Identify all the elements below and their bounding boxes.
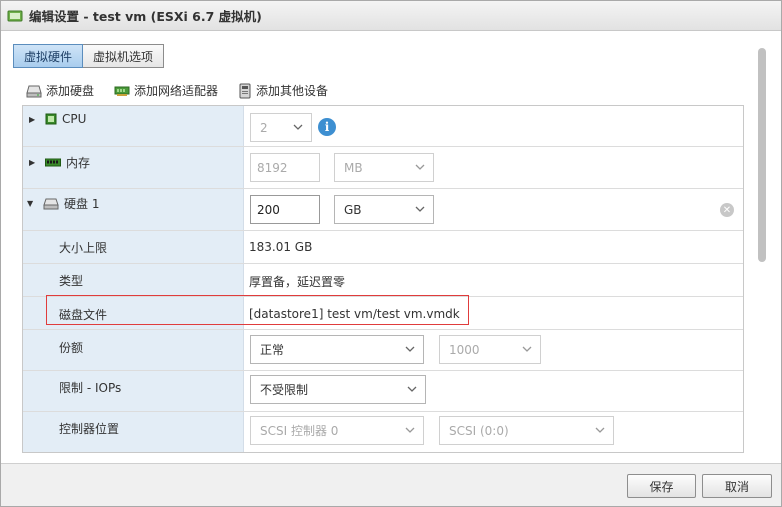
add-network-adapter-button[interactable]: 添加网络适配器 <box>114 82 218 99</box>
vm-icon <box>7 8 23 24</box>
expand-arrow-icon[interactable]: ▶ <box>29 115 39 124</box>
memory-icon <box>45 158 61 168</box>
device-icon <box>238 83 252 99</box>
memory-size-input[interactable]: 8192 <box>250 153 320 182</box>
add-other-label: 添加其他设备 <box>256 84 329 98</box>
scrollbar-thumb[interactable] <box>758 48 766 262</box>
chevron-down-icon <box>405 427 415 433</box>
cpu-label[interactable]: ▶ CPU <box>29 112 86 126</box>
hard-disk-icon <box>26 84 42 98</box>
table-row-shares: 份额 正常 1000 <box>23 330 743 371</box>
remove-disk-icon[interactable]: ✕ <box>720 203 734 217</box>
chevron-down-icon <box>595 427 605 433</box>
limit-iops-select[interactable]: 不受限制 <box>250 375 426 404</box>
hard-disk-icon <box>43 198 59 210</box>
disk-unit-select[interactable]: GB <box>334 195 434 224</box>
vertical-scrollbar[interactable] <box>756 44 770 454</box>
table-row-hard-disk: ▼ 硬盘 1 200 GB ✕ <box>23 189 743 231</box>
add-network-label: 添加网络适配器 <box>134 84 219 98</box>
controller-select[interactable]: SCSI 控制器 0 <box>250 416 424 445</box>
hardware-table: ▶ CPU 2 i ▶ 内存 8192 MB ▼ 硬盘 1 200 GB ✕ 大… <box>22 105 744 453</box>
table-row-disk-file: 磁盘文件 [datastore1] test vm/test vm.vmdk <box>23 297 743 330</box>
chevron-down-icon <box>522 346 532 352</box>
dialog-footer: 保存 取消 <box>1 463 781 506</box>
hard-disk-label[interactable]: ▼ 硬盘 1 <box>27 195 99 212</box>
cpu-icon <box>45 113 57 125</box>
controller-slot-select[interactable]: SCSI (0:0) <box>439 416 614 445</box>
edit-settings-dialog: 编辑设置 - test vm (ESXi 6.7 虚拟机) 虚拟硬件 虚拟机选项… <box>0 0 782 507</box>
disk-size-input[interactable]: 200 <box>250 195 320 224</box>
table-row-controller-location: 控制器位置 SCSI 控制器 0 SCSI (0:0) <box>23 412 743 452</box>
hardware-toolbar: 添加硬盘 添加网络适配器 添加其他设备 <box>26 82 348 99</box>
table-row-limit-iops: 限制 - IOPs 不受限制 <box>23 371 743 412</box>
cancel-button[interactable]: 取消 <box>702 474 772 498</box>
add-disk-label: 添加硬盘 <box>46 84 95 98</box>
table-row-memory: ▶ 内存 8192 MB <box>23 147 743 189</box>
title-bar[interactable]: 编辑设置 - test vm (ESXi 6.7 虚拟机) <box>1 1 781 31</box>
disk-type-label: 类型 <box>59 274 84 288</box>
cpu-count-select[interactable]: 2 <box>250 113 312 142</box>
add-other-device-button[interactable]: 添加其他设备 <box>238 82 328 99</box>
shares-value-select[interactable]: 1000 <box>439 335 541 364</box>
save-button[interactable]: 保存 <box>627 474 696 498</box>
disk-file-value: [datastore1] test vm/test vm.vmdk <box>249 307 460 321</box>
table-row-disk-type: 类型 厚置备，延迟置零 <box>23 264 743 297</box>
shares-select[interactable]: 正常 <box>250 335 424 364</box>
max-size-label: 大小上限 <box>59 241 108 255</box>
chevron-down-icon <box>407 386 417 392</box>
memory-unit-select[interactable]: MB <box>334 153 434 182</box>
tab-virtual-hardware[interactable]: 虚拟硬件 <box>13 44 84 68</box>
controller-location-label: 控制器位置 <box>59 422 120 436</box>
table-row-max-size: 大小上限 183.01 GB <box>23 231 743 264</box>
max-size-value: 183.01 GB <box>249 240 313 254</box>
shares-label: 份额 <box>59 341 84 355</box>
add-disk-button[interactable]: 添加硬盘 <box>26 82 94 99</box>
limit-iops-label: 限制 - IOPs <box>59 381 122 395</box>
table-row-cpu: ▶ CPU 2 i <box>23 106 743 147</box>
disk-type-value: 厚置备，延迟置零 <box>249 275 346 289</box>
disk-file-label: 磁盘文件 <box>59 308 108 322</box>
memory-label[interactable]: ▶ 内存 <box>29 154 90 171</box>
info-icon[interactable]: i <box>318 118 336 136</box>
chevron-down-icon <box>415 164 425 170</box>
chevron-down-icon <box>415 206 425 212</box>
chevron-down-icon <box>293 124 303 130</box>
network-card-icon <box>114 85 130 97</box>
dialog-title: 编辑设置 - test vm (ESXi 6.7 虚拟机) <box>29 9 262 24</box>
tab-vm-options[interactable]: 虚拟机选项 <box>83 44 165 68</box>
chevron-down-icon <box>405 346 415 352</box>
tab-bar: 虚拟硬件 虚拟机选项 <box>13 44 165 68</box>
expand-arrow-icon[interactable]: ▶ <box>29 158 39 167</box>
collapse-arrow-icon[interactable]: ▼ <box>27 199 37 208</box>
